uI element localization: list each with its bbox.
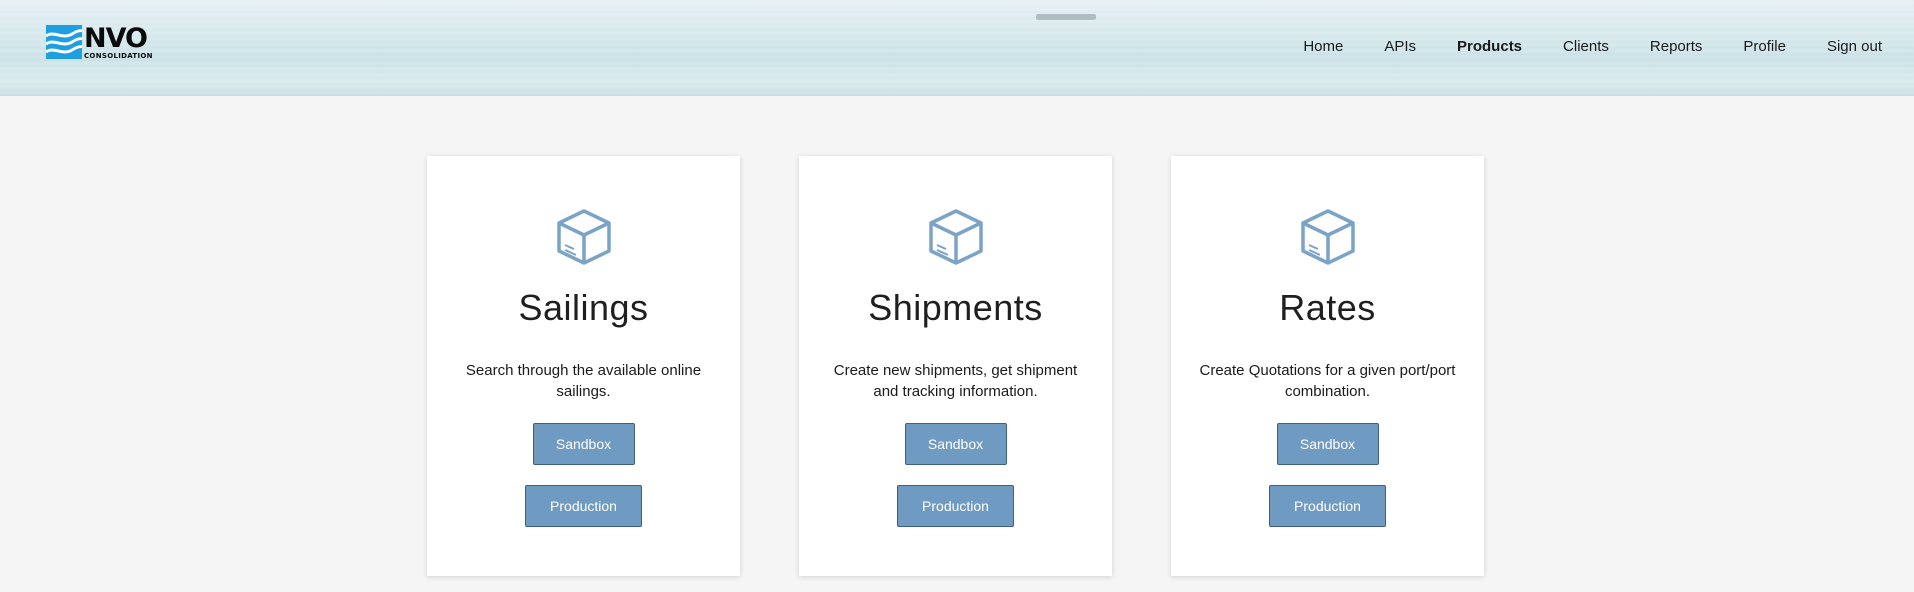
product-title: Rates bbox=[1279, 287, 1376, 328]
header: NVO CONSOLIDATION Home APIs Products Cli… bbox=[0, 0, 1914, 96]
logo-main-text: NVO bbox=[84, 22, 148, 54]
product-description: Create Quotations for a given port/port … bbox=[1199, 362, 1456, 400]
sandbox-button[interactable]: Sandbox bbox=[532, 423, 635, 465]
main-nav: Home APIs Products Clients Reports Profi… bbox=[1262, 38, 1882, 55]
product-card-sailings: Sailings Search through the available on… bbox=[427, 156, 740, 576]
product-card-rates: Rates Create Quotations for a given port… bbox=[1171, 156, 1484, 576]
logo-text: NVO CONSOLIDATION bbox=[84, 25, 153, 60]
product-title: Sailings bbox=[518, 287, 649, 328]
box-icon bbox=[928, 208, 984, 266]
nav-clients[interactable]: Clients bbox=[1563, 38, 1609, 55]
production-button[interactable]: Production bbox=[1269, 485, 1386, 527]
production-button[interactable]: Production bbox=[525, 485, 642, 527]
nav-apis[interactable]: APIs bbox=[1384, 38, 1416, 55]
nav-products[interactable]: Products bbox=[1457, 38, 1522, 55]
product-cards: Sailings Search through the available on… bbox=[427, 156, 1484, 576]
sandbox-button[interactable]: Sandbox bbox=[1276, 423, 1379, 465]
box-icon bbox=[556, 208, 612, 266]
logo-sub-text: CONSOLIDATION bbox=[84, 51, 153, 60]
nav-profile[interactable]: Profile bbox=[1743, 38, 1786, 55]
production-button[interactable]: Production bbox=[897, 485, 1014, 527]
logo-waves-icon bbox=[45, 25, 84, 59]
product-title: Shipments bbox=[868, 287, 1043, 328]
nav-sign-out[interactable]: Sign out bbox=[1827, 38, 1882, 55]
nav-reports[interactable]: Reports bbox=[1650, 38, 1703, 55]
sandbox-button[interactable]: Sandbox bbox=[904, 423, 1007, 465]
product-description: Search through the available online sail… bbox=[465, 362, 702, 400]
nav-home[interactable]: Home bbox=[1303, 38, 1343, 55]
box-icon bbox=[1300, 208, 1356, 266]
product-card-shipments: Shipments Create new shipments, get ship… bbox=[799, 156, 1112, 576]
ship-silhouette bbox=[1036, 14, 1096, 20]
product-description: Create new shipments, get shipment and t… bbox=[833, 362, 1078, 400]
logo[interactable]: NVO CONSOLIDATION bbox=[45, 24, 176, 60]
